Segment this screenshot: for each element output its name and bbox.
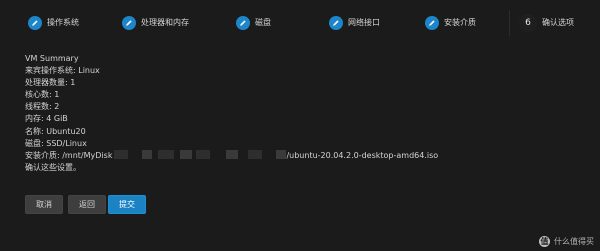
redacted-block (142, 149, 153, 159)
pencil-icon (122, 15, 136, 30)
step-number-badge: 6 (519, 13, 537, 32)
step-cpu-memory[interactable]: 处理器和内存 (122, 0, 189, 45)
step-disk[interactable]: 磁盘 (236, 0, 271, 45)
step-label: 操作系统 (47, 18, 79, 27)
summary-name: 名称: Ubuntu20 (25, 126, 86, 136)
summary-guest-os: 来宾操作系统: Linux (25, 66, 100, 76)
submit-button[interactable]: 提交 (108, 195, 146, 214)
step-label: 处理器和内存 (141, 18, 189, 27)
summary-confirm-text: 确认这些设置。 (25, 162, 81, 172)
step-operating-system[interactable]: 操作系统 (28, 0, 79, 45)
summary-memory: 内存: 4 GiB (25, 114, 68, 124)
redacted-block (158, 149, 175, 159)
install-media-path-start: 安装介质: /mnt/MyDisk (25, 150, 113, 160)
pencil-icon (236, 15, 250, 30)
watermark: 值 什么值得买 (539, 236, 594, 247)
back-button[interactable]: 返回 (68, 195, 106, 214)
redacted-block (276, 149, 287, 159)
vm-wizard-window: 操作系统 处理器和内存 磁盘 网络接口 安装介质 6 确认选项 VM Summa… (0, 0, 600, 251)
redacted-block (180, 149, 193, 159)
step-label: 安装介质 (444, 18, 476, 27)
summary-processors: 处理器数量: 1 (25, 78, 76, 88)
redacted-block (226, 149, 239, 159)
watermark-logo-icon: 值 (539, 236, 550, 247)
step-network-interface[interactable]: 网络接口 (329, 0, 380, 45)
step-label: 磁盘 (255, 18, 271, 27)
step-label: 网络接口 (348, 18, 380, 27)
step-confirm-options[interactable]: 6 确认选项 (519, 0, 574, 45)
wizard-stepper: 操作系统 处理器和内存 磁盘 网络接口 安装介质 6 确认选项 (0, 0, 600, 45)
install-media-path-end: /ubuntu-20.04.2.0-desktop-amd64.iso (286, 150, 439, 160)
summary-disk: 磁盘: SSD/Linux (25, 138, 87, 148)
summary-threads: 线程数: 2 (25, 102, 60, 112)
redacted-block (114, 149, 129, 159)
pencil-icon (28, 15, 42, 30)
step-label: 确认选项 (542, 18, 574, 27)
redacted-block (248, 149, 263, 159)
pencil-icon (425, 15, 439, 30)
summary-cores: 核心数: 1 (25, 90, 60, 100)
active-step-divider (509, 10, 510, 36)
summary-title: VM Summary (25, 54, 79, 63)
cancel-button[interactable]: 取消 (25, 195, 63, 214)
pencil-icon (329, 15, 343, 30)
watermark-text: 什么值得买 (554, 237, 594, 246)
step-install-media[interactable]: 安装介质 (425, 0, 476, 45)
summary-install-media: 安装介质: /mnt/MyDisk/ubuntu-20.04.2.0-deskt… (25, 149, 439, 162)
redacted-block (196, 149, 211, 159)
vm-summary: VM Summary 来宾操作系统: Linux 处理器数量: 1 核心数: 1… (25, 53, 438, 174)
